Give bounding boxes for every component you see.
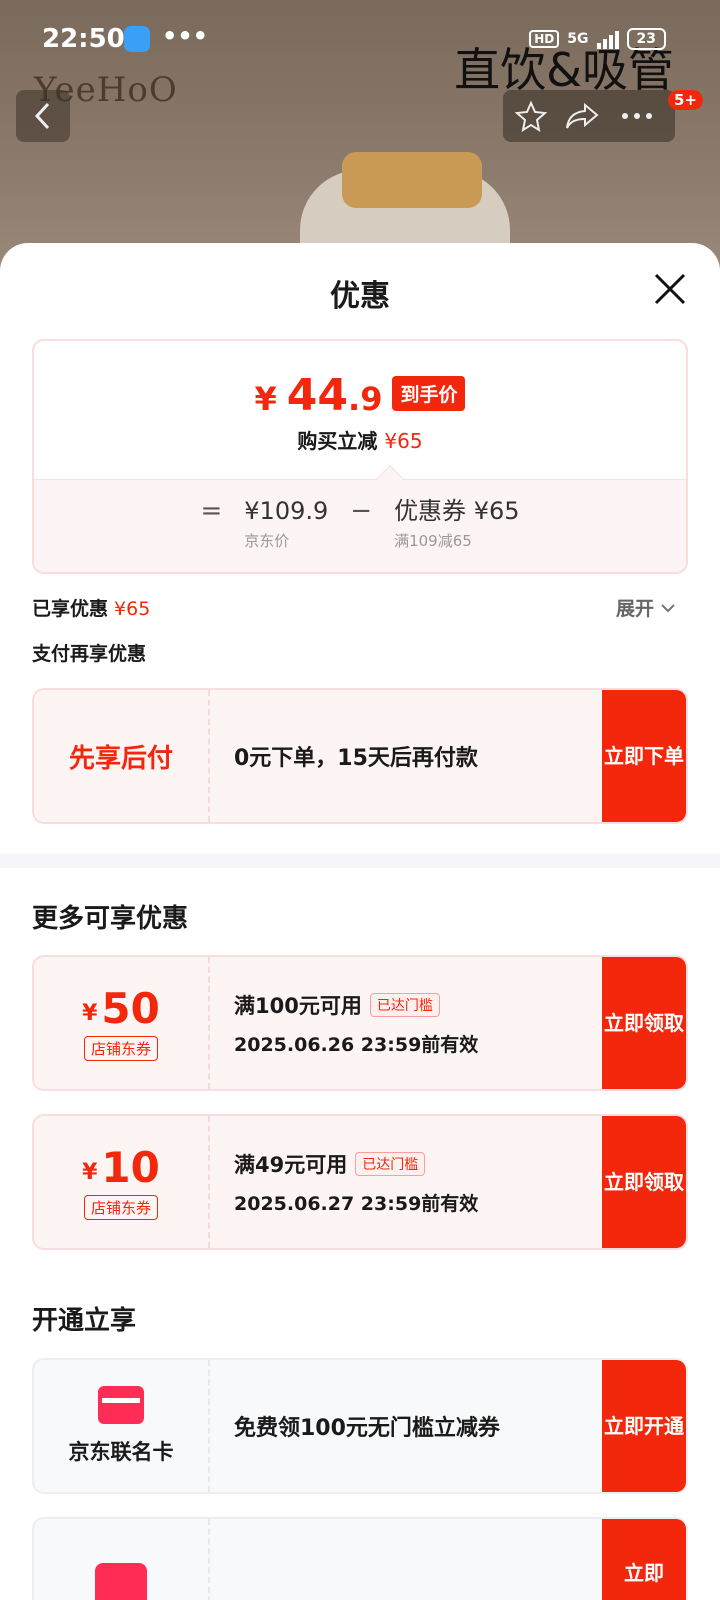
card-name: 京东联名卡 [68,1440,174,1464]
expand-button[interactable]: 展开 [616,594,676,621]
bnpl-offer: 先享后付 0元下单，15天后再付款 立即下单 [32,688,688,824]
network-label: 5G [567,31,589,47]
section-divider [0,854,720,868]
more-offers-title: 更多可享优惠 [32,904,189,934]
coupon-condition: 满49元可用 [234,1152,348,1177]
enjoyed-label: 已享优惠 [32,598,109,620]
join-section-title: 开通立享 [32,1306,137,1336]
share-icon[interactable] [565,101,599,131]
jd-price: ¥109.9 [244,497,329,525]
card-benefit: 免费领100元无门槛立减券 [234,1416,500,1441]
bnpl-title: 先享后付 [68,743,173,774]
bnpl-body: 0元下单，15天后再付款 [234,690,590,822]
coupon-value-block: ¥ 50 店铺东券 [34,957,210,1089]
coupon-currency: ¥ [82,1000,98,1026]
star-icon[interactable] [515,100,547,132]
coupon-value: 优惠券 ¥65 [394,497,520,525]
pay-more-title: 支付再享优惠 [32,643,147,665]
back-button[interactable] [16,90,70,142]
coupon-value: 10 [101,1142,160,1192]
product-image-lid [342,152,482,208]
currency-symbol: ¥ [254,380,277,418]
cobrand-card-offer: 京东联名卡 免费领100元无门槛立减券 立即开通 [32,1358,688,1494]
equals-sign: = [200,496,223,526]
instant-reduction: 购买立减 ¥65 [34,425,686,454]
final-price-card: ¥ 44 .9 到手价 购买立减 ¥65 = ¥109.9 京东价 − 优惠券 … [32,339,688,574]
coupon-item: ¥ 10 店铺东券 满49元可用 已达门槛 2025.06.27 23:59前有… [32,1114,688,1250]
coupon-expiry: 2025.06.27 23:59前有效 [234,1192,479,1215]
coupon-currency: ¥ [82,1159,98,1185]
coupon-details: 满49元可用 已达门槛 2025.06.27 23:59前有效 [234,1116,590,1248]
system-indicators: HD 5G 23 [529,28,666,50]
coupon-expiry: 2025.06.26 23:59前有效 [234,1033,479,1056]
final-price-tag: 到手价 [392,376,466,411]
coupon-value-block: ¥ 10 店铺东券 [34,1116,210,1248]
coupon-value: 50 [101,983,160,1033]
jd-price-label: 京东价 [244,532,290,550]
credit-card-icon [98,1386,144,1424]
bnpl-description: 0元下单，15天后再付款 [234,746,478,771]
bnpl-left: 先享后付 [34,690,210,822]
reduction-amount: ¥65 [384,429,423,453]
enjoyed-discount: 已享优惠 ¥65 [32,594,150,621]
header-actions [503,90,675,142]
final-price: ¥ 44 .9 到手价 [34,373,686,419]
price-summary: ¥ 44 .9 到手价 购买立减 ¥65 [34,341,686,479]
hd-icon: HD [529,30,560,48]
status-bar: 22:50 ••• HD 5G 23 [0,0,720,78]
coupon-type-tag: 店铺东券 [83,1035,158,1061]
offer-app-icon [95,1563,147,1600]
claim-coupon-button[interactable]: 立即领取 [602,1116,686,1248]
expand-label: 展开 [615,598,654,620]
minus-sign: − [350,496,373,526]
sheet-title: 优惠 [330,279,390,314]
battery-icon: 23 [626,28,666,50]
price-decimal: .9 [348,380,383,418]
coupon-amount: ¥ 10 [82,1142,160,1192]
threshold-reached-tag: 已达门槛 [369,992,440,1017]
card-block: 京东联名卡 [34,1360,210,1492]
coupon-type-tag: 店铺东券 [83,1194,158,1220]
order-now-button[interactable]: 立即下单 [602,690,686,822]
enjoyed-amount: ¥65 [114,598,151,620]
app-notification-icon [124,26,150,52]
discount-sheet: 优惠 ¥ 44 .9 到手价 购买立减 ¥65 = ¥109.9 京东价 − 优… [0,243,720,1600]
next-offer-button[interactable]: 立即 [602,1519,686,1600]
threshold-reached-tag: 已达门槛 [355,1151,426,1176]
message-count-badge: 5+ [668,90,704,110]
signal-icon [596,29,619,49]
coupon-amount: ¥ 50 [82,983,160,1033]
coupon-item: ¥ 50 店铺东券 满100元可用 已达门槛 2025.06.26 23:59前… [32,955,688,1091]
more-notifications-icon: ••• [162,22,209,50]
price-formula: = ¥109.9 京东价 − 优惠券 ¥65 满109减65 [34,479,686,572]
coupon-condition: 满100元可用 [234,993,362,1018]
next-offer-card: 立即 [32,1517,688,1600]
chevron-left-icon [34,102,50,130]
next-offer-icon-block [34,1519,210,1600]
chevron-down-icon [661,603,675,612]
claim-coupon-button[interactable]: 立即领取 [602,957,686,1089]
more-icon[interactable] [617,111,657,121]
reduction-label: 购买立减 [297,429,378,453]
coupon-details: 满100元可用 已达门槛 2025.06.26 23:59前有效 [234,957,590,1089]
status-time: 22:50 [42,24,125,54]
price-integer: 44 [286,370,349,421]
open-card-button[interactable]: 立即开通 [602,1360,686,1492]
coupon-rule: 满109减65 [394,532,472,550]
card-details: 免费领100元无门槛立减券 [234,1360,590,1492]
close-icon[interactable] [650,269,690,309]
